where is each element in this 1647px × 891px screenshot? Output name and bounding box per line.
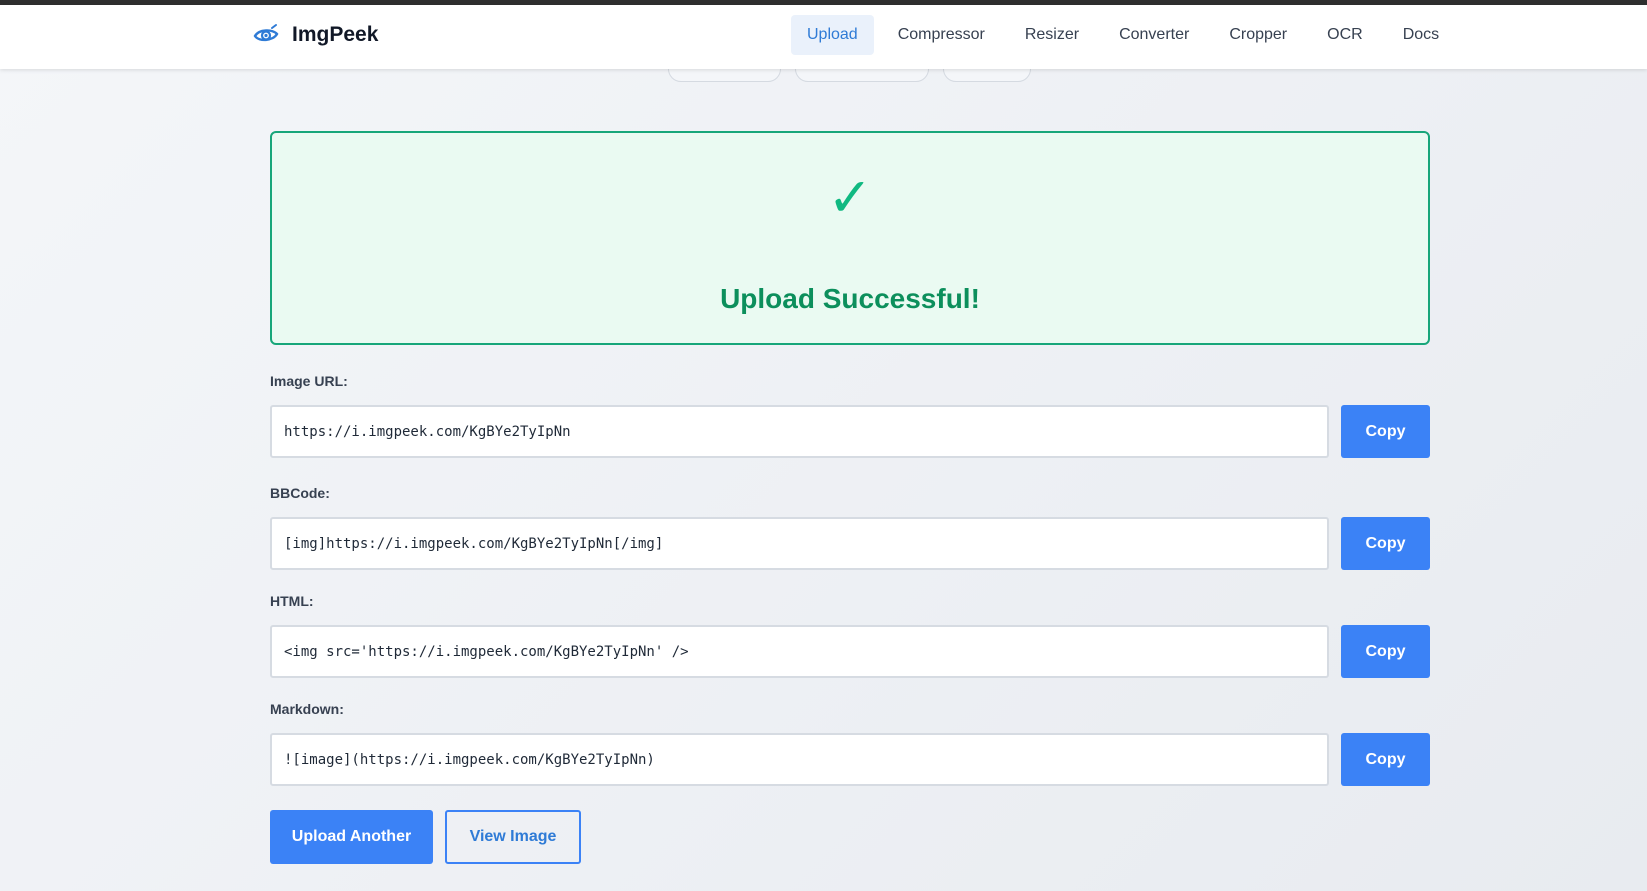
nav-upload[interactable]: Upload	[791, 15, 874, 55]
view-image-button[interactable]: View Image	[445, 810, 581, 864]
copy-bbcode-button[interactable]: Copy	[1341, 517, 1430, 570]
nav-docs[interactable]: Docs	[1387, 15, 1455, 55]
nav-compressor[interactable]: Compressor	[882, 15, 1001, 55]
copy-image-url-button[interactable]: Copy	[1341, 405, 1430, 458]
main-nav: Upload Compressor Resizer Converter Crop…	[791, 15, 1463, 55]
nav-cropper[interactable]: Cropper	[1213, 15, 1303, 55]
brand[interactable]: ImgPeek	[252, 21, 378, 49]
copy-markdown-button[interactable]: Copy	[1341, 733, 1430, 786]
upload-another-button[interactable]: Upload Another	[270, 810, 433, 864]
bbcode-input[interactable]	[270, 517, 1329, 570]
markdown-label: Markdown:	[270, 701, 344, 717]
nav-ocr[interactable]: OCR	[1311, 15, 1379, 55]
html-input[interactable]	[270, 625, 1329, 678]
bbcode-label: BBCode:	[270, 485, 330, 501]
image-url-input[interactable]	[270, 405, 1329, 458]
brand-name: ImgPeek	[292, 23, 379, 46]
nav-converter[interactable]: Converter	[1103, 15, 1205, 55]
success-title: Upload Successful!	[720, 283, 980, 314]
image-url-label: Image URL:	[270, 373, 348, 389]
markdown-input[interactable]	[270, 733, 1329, 786]
copy-html-button[interactable]: Copy	[1341, 625, 1430, 678]
html-label: HTML:	[270, 593, 314, 609]
upload-success-panel: ✓ Upload Successful!	[270, 131, 1430, 345]
eye-logo-icon	[252, 21, 280, 49]
check-mark-icon: ✓	[827, 168, 873, 228]
navbar: ImgPeek Upload Compressor Resizer Conver…	[0, 5, 1647, 69]
nav-resizer[interactable]: Resizer	[1009, 15, 1095, 55]
